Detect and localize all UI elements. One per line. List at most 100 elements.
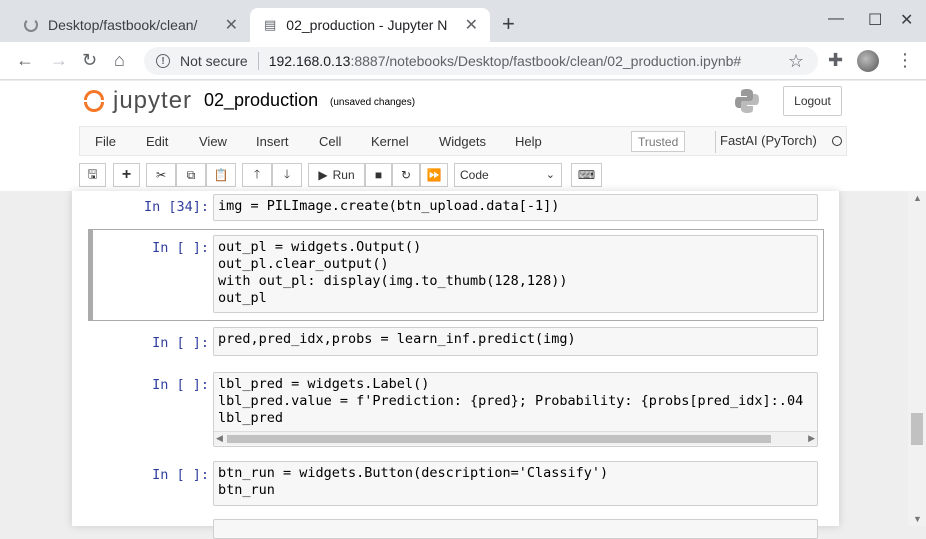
code-editor[interactable]: out_pl = widgets.Output() out_pl.clear_o… [213,235,818,313]
jupyter-logo-icon [83,88,105,114]
cell-prompt: In [ ]: [152,377,209,393]
scroll-up-icon[interactable]: ▲ [913,193,922,203]
menu-help[interactable]: Help [515,134,542,149]
cut-icon[interactable]: ✂ [146,163,176,187]
code-line: out_pl = widgets.Output() [218,239,422,255]
code-line: with out_pl: display(img.to_thumb(128,12… [218,273,568,289]
code-line: btn_run = widgets.Button(description='Cl… [218,465,609,481]
code-line: lbl_pred [218,410,284,426]
keyboard-icon[interactable]: ⌨ [571,163,602,187]
reload-icon[interactable]: ↻ [82,50,97,70]
tab-title: 02_production - Jupyter N [286,17,448,33]
browser-toolbar: ← → ↻ ⌂ ! Not secure 192.168.0.13:8887/n… [0,42,926,80]
move-down-icon[interactable]: 🡓 [272,163,302,187]
bookmark-star-icon[interactable]: ☆ [788,51,804,72]
notebook-title[interactable]: 02_production [204,90,318,111]
code-line: btn_run [218,482,275,498]
run-button[interactable]: ▶ Run [308,163,365,187]
insert-cell-icon[interactable]: + [113,163,140,187]
browser-tab-desktop[interactable]: Desktop/fastbook/clean/ ✕ [10,8,250,42]
back-arrow-icon[interactable]: ← [16,50,34,70]
logout-button[interactable]: Logout [783,86,842,116]
menu-insert[interactable]: Insert [256,134,289,149]
extensions-puzzle-icon[interactable]: ✚ [828,50,843,70]
scrollbar-thumb[interactable] [227,435,771,443]
minimize-icon[interactable]: — [828,10,844,28]
jupyter-header: jupyter 02_production (unsaved changes) … [0,81,926,191]
run-label: Run [332,168,355,182]
fast-forward-icon[interactable]: ⏩ [420,163,448,187]
scroll-down-icon[interactable]: ▼ [913,514,922,524]
horizontal-scrollbar[interactable]: ◀ ▶ [214,431,817,445]
home-icon[interactable]: ⌂ [114,50,125,70]
code-line: lbl_pred.value = f'Prediction: {pred}; P… [218,393,804,409]
close-window-icon[interactable]: ✕ [900,10,913,30]
save-icon[interactable]: 🖫 [79,163,106,187]
scrollbar-thumb[interactable] [911,413,923,445]
save-status: (unsaved changes) [330,97,416,108]
close-tab-icon[interactable]: ✕ [225,15,238,35]
code-cell[interactable] [72,517,839,539]
menu-kernel[interactable]: Kernel [371,134,409,149]
code-editor[interactable] [213,519,818,539]
code-cell[interactable]: In [ ]: btn_run = widgets.Button(descrip… [72,459,839,509]
close-tab-icon[interactable]: ✕ [465,15,478,35]
url-path: :8887/notebooks/Desktop/fastbook/clean/0… [350,53,742,69]
trusted-indicator[interactable]: Trusted [631,131,686,152]
code-cell[interactable]: In [ ]: pred,pred_idx,probs = learn_inf.… [72,327,839,361]
kernel-idle-indicator-icon [832,136,842,146]
jupyter-logo[interactable]: jupyter [83,87,192,115]
menu-cell[interactable]: Cell [319,134,341,149]
menu-edit[interactable]: Edit [146,134,168,149]
cell-type-select[interactable]: Code ⌄ [454,163,562,187]
code-editor[interactable]: img = PILImage.create(btn_upload.data[-1… [213,194,818,221]
code-line: lbl_pred = widgets.Label() [218,376,430,392]
restart-icon[interactable]: ↻ [392,163,420,187]
info-icon[interactable]: ! [156,54,170,68]
cell-prompt: In [34]: [143,199,209,215]
divider [715,131,716,153]
code-cell[interactable]: In [34]: img = PILImage.create(btn_uploa… [72,191,839,225]
security-label: Not secure [180,53,248,69]
forward-arrow-icon[interactable]: → [50,50,68,70]
new-tab-icon[interactable]: + [502,13,515,35]
menu-view[interactable]: View [199,134,227,149]
page-vertical-scrollbar[interactable]: ▲ ▼ [908,191,926,526]
stop-icon[interactable]: ■ [365,163,392,187]
maximize-icon[interactable]: ☐ [868,10,882,30]
code-cell[interactable]: In [ ]: lbl_pred = widgets.Label() lbl_p… [72,369,839,449]
cell-prompt: In [ ]: [152,240,209,256]
python-logo-icon [735,89,759,113]
move-up-icon[interactable]: 🡑 [242,163,272,187]
menu-file[interactable]: File [95,134,116,149]
address-bar[interactable]: ! Not secure 192.168.0.13:8887/notebooks… [144,47,818,75]
notebook-favicon-icon: ▤ [264,17,277,32]
copy-icon[interactable]: ⧉ [176,163,206,187]
menu-widgets[interactable]: Widgets [439,134,486,149]
notebook-container: In [34]: img = PILImage.create(btn_uploa… [72,191,839,539]
cell-prompt: In [ ]: [152,467,209,483]
code-line: out_pl [218,290,267,306]
browser-tab-strip: Desktop/fastbook/clean/ ✕ ▤ 02_productio… [0,0,926,42]
notebook-site: In [34]: img = PILImage.create(btn_uploa… [0,191,926,539]
loading-spinner-icon [24,18,38,32]
paste-icon[interactable]: 📋 [206,163,236,187]
code-line: img = PILImage.create(btn_upload.data[-1… [218,198,560,214]
play-icon: ▶ [318,168,328,182]
code-cell-selected[interactable]: In [ ]: out_pl = widgets.Output() out_pl… [72,229,839,321]
cell-prompt: In [ ]: [152,335,209,351]
url-host: 192.168.0.13 [268,53,351,69]
code-editor[interactable]: pred,pred_idx,probs = learn_inf.predict(… [213,327,818,356]
scroll-left-icon[interactable]: ◀ [216,433,223,444]
jupyter-logo-text: jupyter [113,87,193,114]
profile-avatar[interactable] [857,50,879,72]
kernel-name[interactable]: FastAI (PyTorch) [720,133,817,148]
code-editor[interactable]: btn_run = widgets.Button(description='Cl… [213,461,818,506]
tab-title: Desktop/fastbook/clean/ [48,17,198,33]
chevron-down-icon: ⌄ [545,169,555,181]
more-menu-icon[interactable]: ⋮ [896,50,914,70]
cell-type-value: Code [460,168,489,182]
browser-tab-notebook[interactable]: ▤ 02_production - Jupyter N ✕ [250,8,490,42]
code-line: pred,pred_idx,probs = learn_inf.predict(… [218,331,576,347]
scroll-right-icon[interactable]: ▶ [808,433,815,444]
